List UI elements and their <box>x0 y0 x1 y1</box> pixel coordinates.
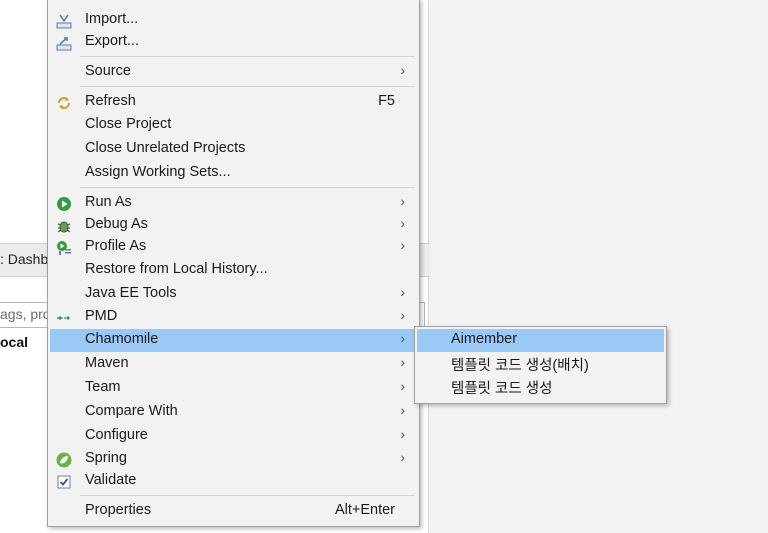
menu-item-compare-with[interactable]: Compare With › <box>50 401 417 424</box>
menu-item-refresh[interactable]: Refresh F5 <box>50 91 417 114</box>
menu-item-label: Assign Working Sets... <box>85 164 231 180</box>
menu-item-configure[interactable]: Configure › <box>50 425 417 448</box>
menu-item-label: Chamomile <box>85 331 159 347</box>
chamomile-submenu: Aimember 템플릿 코드 생성(배치) 템플릿 코드 생성 <box>414 326 667 404</box>
menu-item-debug-as[interactable]: Debug As › <box>50 214 417 237</box>
refresh-icon <box>58 97 70 109</box>
menu-item-label: Import... <box>85 11 139 27</box>
menu-separator <box>80 56 415 57</box>
debug-icon <box>57 221 71 233</box>
chevron-right-icon: › <box>400 402 405 418</box>
submenu-item-label: 템플릿 코드 생성(배치) <box>451 358 589 374</box>
submenu-item-label: 템플릿 코드 생성 <box>451 381 553 397</box>
menu-separator <box>80 187 415 188</box>
menu-item-label: Profile As <box>85 238 147 254</box>
menu-item-source[interactable]: Source › <box>50 61 417 84</box>
menu-separator <box>80 86 415 87</box>
menu-separator <box>80 495 415 496</box>
export-icon <box>56 37 72 51</box>
chevron-right-icon: › <box>400 193 405 209</box>
import-icon <box>56 14 72 29</box>
menu-item-close-project[interactable]: Close Project <box>50 114 417 137</box>
profile-icon <box>57 241 71 255</box>
validate-checkbox-icon <box>57 475 71 489</box>
menu-item-maven[interactable]: Maven › <box>50 353 417 376</box>
chevron-right-icon: › <box>400 449 405 465</box>
menu-item-label: Java EE Tools <box>85 285 177 301</box>
menu-item-label: Close Unrelated Projects <box>85 140 246 156</box>
menu-item-assign-working-sets[interactable]: Assign Working Sets... <box>50 162 417 185</box>
menu-item-close-unrelated[interactable]: Close Unrelated Projects <box>50 138 417 161</box>
context-menu: Import... Export... Source › Refresh F5 … <box>47 0 420 527</box>
local-tree-item[interactable]: ocal <box>0 334 28 350</box>
menu-item-label: Run As <box>85 194 132 210</box>
menu-item-chamomile[interactable]: Chamomile › <box>50 329 417 352</box>
menu-item-pmd[interactable]: PMD › <box>50 306 417 329</box>
menu-item-export[interactable]: Export... <box>50 31 417 54</box>
menu-item-label: Restore from Local History... <box>85 261 268 277</box>
menu-item-label: Close Project <box>85 116 172 132</box>
menu-item-restore-local-history[interactable]: Restore from Local History... <box>50 259 417 282</box>
chevron-right-icon: › <box>400 330 405 346</box>
menu-item-label: Validate <box>85 472 137 488</box>
menu-item-label: Spring <box>85 450 127 466</box>
menu-item-spring[interactable]: Spring › <box>50 448 417 471</box>
submenu-item-aimember[interactable]: Aimember <box>417 329 664 352</box>
dashboard-tab[interactable]: : Dashb <box>0 251 48 267</box>
shortcut-label: F5 <box>378 93 395 109</box>
menu-item-label: Export... <box>85 33 139 49</box>
submenu-item-template-batch[interactable]: 템플릿 코드 생성(배치) <box>417 352 664 375</box>
menu-item-properties[interactable]: Properties Alt+Enter <box>50 500 417 523</box>
menu-item-label: Debug As <box>85 216 148 232</box>
menu-item-validate[interactable]: Validate <box>50 470 417 493</box>
chevron-right-icon: › <box>400 237 405 253</box>
submenu-item-template[interactable]: 템플릿 코드 생성 <box>417 375 664 398</box>
chevron-right-icon: › <box>400 62 405 78</box>
menu-item-team[interactable]: Team › <box>50 377 417 400</box>
menu-item-label: Properties <box>85 502 152 518</box>
chevron-right-icon: › <box>400 284 405 300</box>
chevron-right-icon: › <box>400 354 405 370</box>
menu-item-label: Configure <box>85 427 148 443</box>
chevron-right-icon: › <box>400 307 405 323</box>
editor-area <box>429 0 768 533</box>
menu-item-label: Maven <box>85 355 129 371</box>
menu-item-label: Team <box>85 379 121 395</box>
shortcut-label: Alt+Enter <box>334 502 395 518</box>
menu-item-java-ee-tools[interactable]: Java EE Tools › <box>50 283 417 306</box>
menu-item-label: Source <box>85 63 131 79</box>
run-icon <box>57 197 71 211</box>
menu-item-run-as[interactable]: Run As › <box>50 192 417 215</box>
chevron-right-icon: › <box>400 215 405 231</box>
menu-item-label: Refresh <box>85 93 136 109</box>
chevron-right-icon: › <box>400 378 405 394</box>
chevron-right-icon: › <box>400 426 405 442</box>
menu-item-label: Compare With <box>85 403 178 419</box>
menu-item-label: PMD <box>85 308 118 324</box>
submenu-item-label: Aimember <box>451 331 518 347</box>
pmd-icon <box>57 316 71 320</box>
menu-item-profile-as[interactable]: Profile As › <box>50 236 417 259</box>
filter-placeholder: ags, pro <box>0 306 51 322</box>
spring-icon <box>56 452 72 468</box>
menu-item-import[interactable]: Import... <box>50 9 417 32</box>
